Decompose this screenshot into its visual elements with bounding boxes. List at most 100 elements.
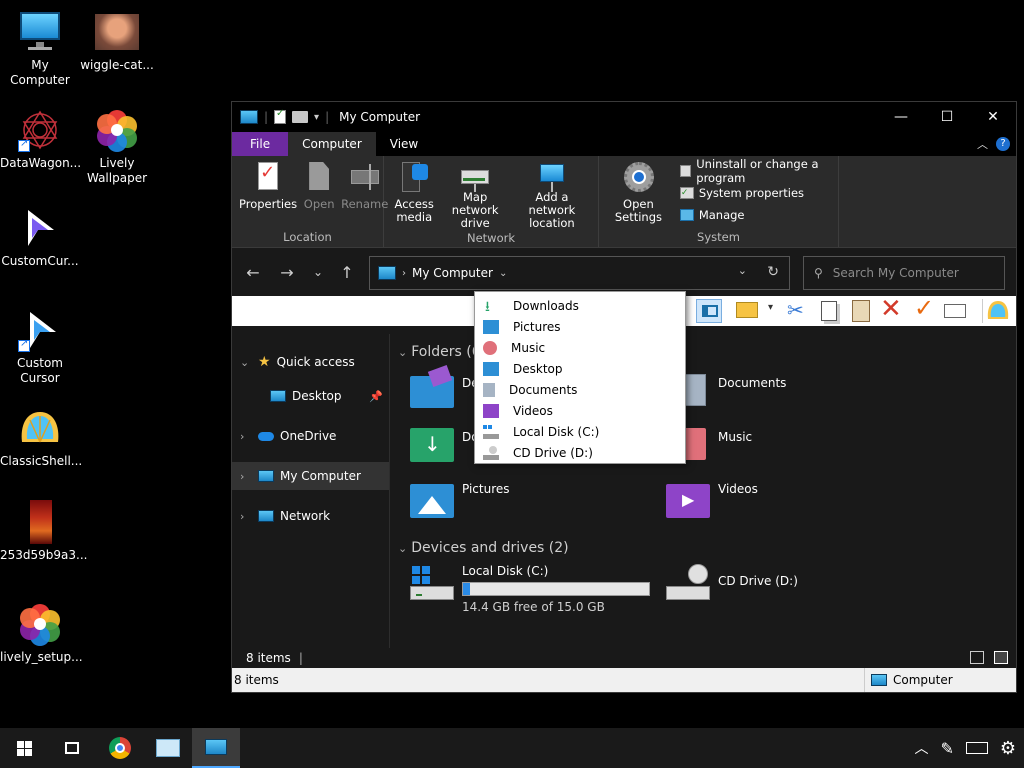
add-network-location-button[interactable]: Add a network location xyxy=(510,160,594,230)
dropdown-item-downloads[interactable]: ⭳ Downloads xyxy=(475,295,685,316)
nav-my-computer[interactable]: › My Computer xyxy=(232,462,389,490)
paste-icon[interactable] xyxy=(852,300,870,322)
uninstall-program-button[interactable]: Uninstall or change a program xyxy=(679,157,834,185)
desktop-icon-datawagon[interactable]: DataWagon... xyxy=(0,108,81,171)
open-label: Open xyxy=(303,197,335,211)
drives-group-header[interactable]: ⌄ Devices and drives (2) xyxy=(398,540,569,556)
customize-quick-access-icon[interactable]: ▾ xyxy=(314,112,319,123)
new-folder-quick-icon[interactable] xyxy=(292,111,309,123)
show-hidden-icons-icon[interactable]: ︿ xyxy=(914,738,928,758)
taskbar-chrome[interactable] xyxy=(96,728,144,768)
dropdown-item-pictures[interactable]: Pictures xyxy=(475,316,685,337)
desktop-icon-253d59[interactable]: 253d59b9a3... xyxy=(0,500,87,563)
nav-onedrive[interactable]: › OneDrive xyxy=(232,422,389,450)
nav-quick-access[interactable]: ⌄ ★ Quick access xyxy=(232,348,389,376)
nav-desktop[interactable]: Desktop 📌 xyxy=(232,382,389,410)
dropdown-item-desktop[interactable]: Desktop xyxy=(475,358,685,379)
title-bar[interactable]: | ✓ ▾ | My Computer — ☐ ✕ xyxy=(232,102,1016,132)
collapsed-chevron-icon[interactable]: › xyxy=(240,430,258,443)
system-properties-button[interactable]: ✓ System properties xyxy=(679,184,834,202)
pen-icon[interactable]: ✎ xyxy=(940,739,953,758)
desktop-icon-customcursor[interactable]: CustomCur... xyxy=(0,206,80,269)
dropdown-item-local-disk[interactable]: Local Disk (C:) xyxy=(475,421,685,442)
up-arrow-icon[interactable]: ↑ xyxy=(332,263,362,282)
address-history-chevron-icon[interactable]: ⌄ xyxy=(738,264,747,277)
drive-d[interactable]: CD Drive (D:) xyxy=(666,564,798,604)
taskbar-resource-monitor[interactable] xyxy=(144,728,192,768)
cut-icon[interactable]: ✂ xyxy=(787,298,804,322)
properties-button[interactable]: ✓ Properties xyxy=(236,160,300,229)
folders-group-header[interactable]: ⌄ Folders (6) xyxy=(398,344,486,360)
tab-computer[interactable]: Computer xyxy=(288,132,376,156)
gear-icon[interactable]: ⚙ xyxy=(1000,738,1016,759)
folder-videos[interactable]: ▶ Videos xyxy=(666,480,758,520)
open-button[interactable]: Open xyxy=(300,160,338,229)
details-view-icon[interactable] xyxy=(970,651,984,664)
dropdown-item-cd-drive[interactable]: CD Drive (D:) xyxy=(475,442,685,463)
select-folder-icon[interactable] xyxy=(736,302,758,318)
computer-icon xyxy=(205,739,227,755)
forward-arrow-icon[interactable]: → xyxy=(270,263,304,282)
open-icon xyxy=(303,160,335,194)
nav-network[interactable]: › Network xyxy=(232,502,389,530)
classic-shell-icon[interactable] xyxy=(982,299,1010,323)
collapse-ribbon-icon[interactable]: ︿ xyxy=(977,136,988,152)
toolbar-dropdown-icon[interactable]: ▾ xyxy=(768,302,773,313)
lively-icon xyxy=(18,602,62,646)
keyboard-icon[interactable] xyxy=(965,742,988,754)
dropdown-item-label: Downloads xyxy=(513,298,579,313)
desktop-icon-lively-wallpaper[interactable]: Lively Wallpaper xyxy=(77,108,157,186)
system-properties-icon: ✓ xyxy=(679,187,694,199)
tab-view[interactable]: View xyxy=(376,132,432,156)
image-thumbnail-icon xyxy=(18,500,62,544)
delete-icon[interactable]: ✕ xyxy=(880,294,902,324)
search-input[interactable]: ⚲ Search My Computer xyxy=(803,256,1005,290)
system-properties-label: System properties xyxy=(698,186,805,200)
navigation-pane-button[interactable] xyxy=(696,299,722,323)
minimize-button[interactable]: — xyxy=(878,102,924,132)
desktop-icon-custom-cursor[interactable]: Custom Cursor xyxy=(0,308,80,386)
refresh-icon[interactable]: ↻ xyxy=(767,264,779,280)
back-arrow-icon[interactable]: ← xyxy=(236,263,270,282)
map-network-drive-button[interactable]: Map network drive xyxy=(440,160,509,230)
close-button[interactable]: ✕ xyxy=(970,102,1016,132)
large-icons-view-icon[interactable] xyxy=(994,651,1008,664)
address-path[interactable]: My Computer xyxy=(412,266,493,280)
pin-icon[interactable]: 📌 xyxy=(369,390,383,403)
path-dropdown-icon[interactable]: ⌄ xyxy=(499,268,507,279)
dropdown-item-music[interactable]: Music xyxy=(475,337,685,358)
dropdown-item-videos[interactable]: Videos xyxy=(475,400,685,421)
add-network-location-label: Add a network location xyxy=(528,190,576,230)
address-bar[interactable]: › My Computer ⌄ ⌄ ↻ xyxy=(369,256,790,290)
expanded-chevron-icon[interactable]: ⌄ xyxy=(240,356,258,369)
expanded-chevron-icon[interactable]: ⌄ xyxy=(398,346,407,359)
checkmark-icon[interactable]: ✓ xyxy=(914,294,934,322)
email-icon[interactable] xyxy=(944,304,966,318)
status-zone-label: Computer xyxy=(893,673,953,687)
dropdown-item-documents[interactable]: Documents xyxy=(475,379,685,400)
help-icon[interactable]: ? xyxy=(996,137,1010,151)
collapsed-chevron-icon[interactable]: › xyxy=(240,510,258,523)
properties-quick-icon[interactable]: ✓ xyxy=(274,108,287,124)
maximize-button[interactable]: ☐ xyxy=(924,102,970,132)
desktop-icon-lively-setup[interactable]: lively_setup... xyxy=(0,602,83,665)
task-view-button[interactable] xyxy=(48,728,96,768)
manage-button[interactable]: Manage xyxy=(679,206,834,224)
desktop-icon-wiggle-cat[interactable]: wiggle-cat... xyxy=(77,10,157,73)
access-media-button[interactable]: Access media xyxy=(388,160,440,230)
tab-file[interactable]: File xyxy=(232,132,289,156)
drive-c[interactable]: Local Disk (C:) 14.4 GB free of 15.0 GB xyxy=(410,564,650,614)
copy-icon[interactable] xyxy=(821,301,837,321)
collapsed-chevron-icon[interactable]: › xyxy=(240,470,258,483)
rename-label: Rename xyxy=(341,197,389,211)
start-button[interactable] xyxy=(0,728,48,768)
recent-locations-chevron-icon[interactable]: ⌄ xyxy=(304,265,332,279)
desktop-icon xyxy=(270,390,286,402)
taskbar-file-explorer[interactable] xyxy=(192,728,240,768)
expanded-chevron-icon[interactable]: ⌄ xyxy=(398,542,407,555)
desktop-icon-my-computer[interactable]: My Computer xyxy=(0,10,80,88)
desktop-icon-classicshell[interactable]: ClassicShell... xyxy=(0,406,82,469)
open-settings-button[interactable]: Open Settings xyxy=(603,160,674,229)
folder-pictures[interactable]: Pictures xyxy=(410,480,510,520)
breadcrumb-chevron-icon[interactable]: › xyxy=(402,268,406,279)
